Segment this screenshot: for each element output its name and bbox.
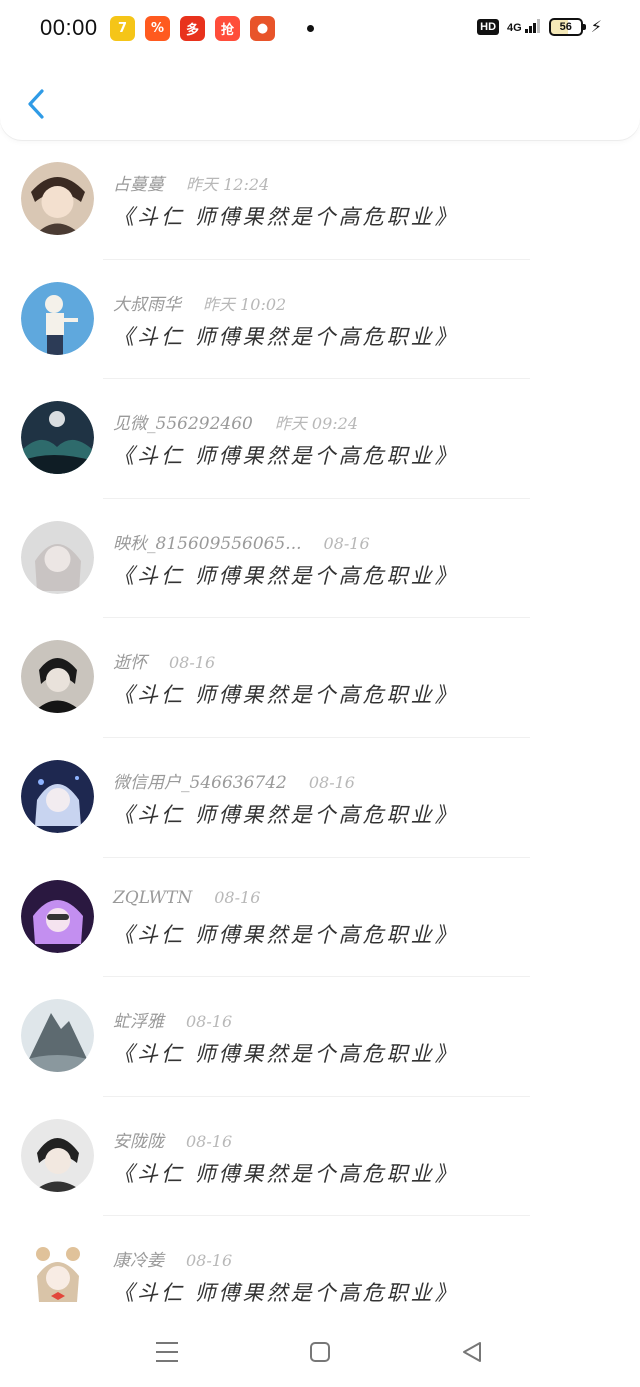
header-card: 00:00 7% 多抢 ● HD 4G 56 ⚡ xyxy=(0,0,640,140)
comment-item[interactable]: 映秋_8156095560​65... 08-16 《斗仁 师傅果然是个高危职业》 xyxy=(0,499,640,619)
avatar-blue-girl xyxy=(21,759,94,833)
user-name[interactable]: 占蔓蔓 xyxy=(113,170,164,195)
status-indicators: HD 4G 56 ⚡ xyxy=(477,17,602,36)
comment-item[interactable]: 占蔓蔓 昨天 12:24 《斗仁 师傅果然是个高危职业》 xyxy=(0,140,640,260)
comment-timestamp: 08-16 xyxy=(323,533,370,553)
comment-text: 《斗仁 师傅果然是个高危职业》 xyxy=(113,1281,459,1306)
avatar[interactable] xyxy=(21,759,94,833)
comment-text: 《斗仁 师傅果然是个高危职业》 xyxy=(113,683,459,708)
home-square-icon xyxy=(310,1342,330,1362)
comment-meta: 大叔雨华 昨天 10:02 xyxy=(113,290,286,315)
avatar[interactable] xyxy=(21,999,94,1073)
comment-text: 《斗仁 师傅果然是个高危职业》 xyxy=(113,922,459,947)
avatar[interactable] xyxy=(21,520,94,594)
status-time: 00:00 xyxy=(40,15,98,40)
hd-icon: HD xyxy=(477,18,500,35)
battery-level: 56 xyxy=(559,20,572,33)
nav-back-button[interactable] xyxy=(454,1336,490,1368)
avatar-dark-boy xyxy=(21,640,94,714)
user-name[interactable]: 映秋_8156095560​65... xyxy=(113,529,302,554)
comment-text: 《斗仁 师傅果然是个高危职业》 xyxy=(113,1161,459,1186)
comment-meta: 康冷姜 08-16 xyxy=(113,1246,232,1271)
pumpkin-app-icon: ● xyxy=(250,16,275,41)
comment-text: 《斗仁 师傅果然是个高危职业》 xyxy=(113,563,459,588)
avatar-moon-landscape xyxy=(21,401,94,475)
comment-timestamp: 08-16 xyxy=(214,887,261,907)
comment-meta: ZQLWTN 08-16 xyxy=(113,888,260,908)
user-name[interactable]: 见微_556292460 xyxy=(113,409,253,434)
comment-timestamp: 08-16 xyxy=(186,1012,233,1032)
status-bar: 00:00 7% 多抢 ● HD 4G 56 ⚡ xyxy=(0,0,640,58)
comment-timestamp: 08-16 xyxy=(186,1251,233,1271)
chevron-left-icon xyxy=(28,89,44,119)
avatar-purple-girl xyxy=(21,879,94,953)
comment-item[interactable]: 逝怀 08-16 《斗仁 师傅果然是个高危职业》 xyxy=(0,618,640,738)
menu-icon xyxy=(156,1342,178,1362)
back-triangle-icon xyxy=(463,1342,481,1362)
user-name[interactable]: 逝怀 xyxy=(113,648,147,673)
comment-timestamp: 昨天 12:24 xyxy=(186,175,270,194)
more-notifications-dot xyxy=(307,25,314,32)
avatar[interactable] xyxy=(21,281,94,355)
avatar-pale-girl xyxy=(21,520,94,594)
comment-timestamp: 08-16 xyxy=(186,1131,233,1151)
comment-list: 占蔓蔓 昨天 12:24 《斗仁 师傅果然是个高危职业》 大叔雨华 昨天 10:02 《斗… xyxy=(0,140,640,1336)
comment-meta: 虻浮雅 08-16 xyxy=(113,1007,232,1032)
avatar[interactable] xyxy=(21,1118,94,1192)
comment-item[interactable]: 虻浮雅 08-16 《斗仁 师傅果然是个高危职业》 xyxy=(0,977,640,1097)
avatar[interactable] xyxy=(21,162,94,235)
comment-text: 《斗仁 师傅果然是个高危职业》 xyxy=(113,802,459,827)
user-name[interactable]: 康冷姜 xyxy=(113,1246,164,1271)
comment-item[interactable]: 微信用户_546636742 08-16 《斗仁 师傅果然是个高危职业》 xyxy=(0,738,640,858)
avatar-sketch-figure xyxy=(21,281,94,355)
comment-meta: 占蔓蔓 昨天 12:24 xyxy=(113,170,269,195)
comment-item[interactable]: 见微_556292460 昨天 09:24 《斗仁 师傅果然是个高危职业》 xyxy=(0,379,640,499)
user-name[interactable]: 微信用户_546636742 xyxy=(113,768,287,793)
system-nav-bar xyxy=(0,1318,640,1387)
avatar[interactable] xyxy=(21,1238,94,1312)
home-button[interactable] xyxy=(302,1336,338,1368)
avatar[interactable] xyxy=(21,879,94,953)
avatar-boy-anime xyxy=(21,162,94,235)
comment-text: 《斗仁 师傅果然是个高危职业》 xyxy=(113,324,459,349)
menu-button[interactable] xyxy=(149,1336,185,1368)
back-button[interactable] xyxy=(20,84,52,124)
avatar-bear-girl xyxy=(21,1238,94,1312)
tencent-video-icon: 7 xyxy=(110,16,135,41)
signal-icon xyxy=(524,19,540,33)
comment-meta: 逝怀 08-16 xyxy=(113,648,215,673)
user-name[interactable]: 安陇陇 xyxy=(113,1127,164,1152)
avatar-mountain xyxy=(21,999,94,1073)
comment-timestamp: 昨天 10:02 xyxy=(203,294,287,314)
comment-meta: 安陇陇 08-16 xyxy=(113,1127,232,1152)
comment-item[interactable]: 大叔雨华 昨天 10:02 《斗仁 师傅果然是个高危职业》 xyxy=(0,260,640,380)
pinduoduo-icon: 多 xyxy=(180,16,205,41)
comment-timestamp: 08-16 xyxy=(169,653,216,673)
user-name[interactable]: 大叔雨华 xyxy=(113,290,181,315)
avatar[interactable] xyxy=(21,640,94,714)
comment-timestamp: 昨天 09:24 xyxy=(274,414,359,434)
avatar[interactable] xyxy=(21,401,94,475)
shopping-app-icon: 抢 xyxy=(215,16,240,41)
notification-icons: 7% 多抢 ● xyxy=(110,16,314,41)
user-name[interactable]: 虻浮雅 xyxy=(113,1007,164,1032)
avatar-boy-dark-hair xyxy=(21,1118,94,1192)
comment-timestamp: 08-16 xyxy=(308,772,355,792)
comment-item[interactable]: 安陇陇 08-16 《斗仁 师傅果然是个高危职业》 xyxy=(0,1097,640,1217)
comment-item[interactable]: ZQLWTN 08-16 《斗仁 师傅果然是个高危职业》 xyxy=(0,858,640,978)
battery-icon: 56 xyxy=(548,17,586,36)
comment-meta: 见微_556292460 昨天 09:24 xyxy=(113,409,358,434)
user-name[interactable]: ZQLWTN xyxy=(113,888,192,908)
network-label: 4G xyxy=(507,22,522,34)
coupon-app-icon: % xyxy=(145,16,170,41)
comment-text: 《斗仁 师傅果然是个高危职业》 xyxy=(113,1042,459,1067)
comment-meta: 微信用户_546636742 08-16 xyxy=(113,768,355,793)
network-4g-icon: 4G xyxy=(507,19,541,34)
comment-meta: 映秋_8156095560​65... 08-16 xyxy=(113,529,370,554)
comment-text: 《斗仁 师傅果然是个高危职业》 xyxy=(113,205,459,229)
comment-text: 《斗仁 师傅果然是个高危职业》 xyxy=(113,444,459,469)
charging-icon: ⚡ xyxy=(590,17,602,36)
